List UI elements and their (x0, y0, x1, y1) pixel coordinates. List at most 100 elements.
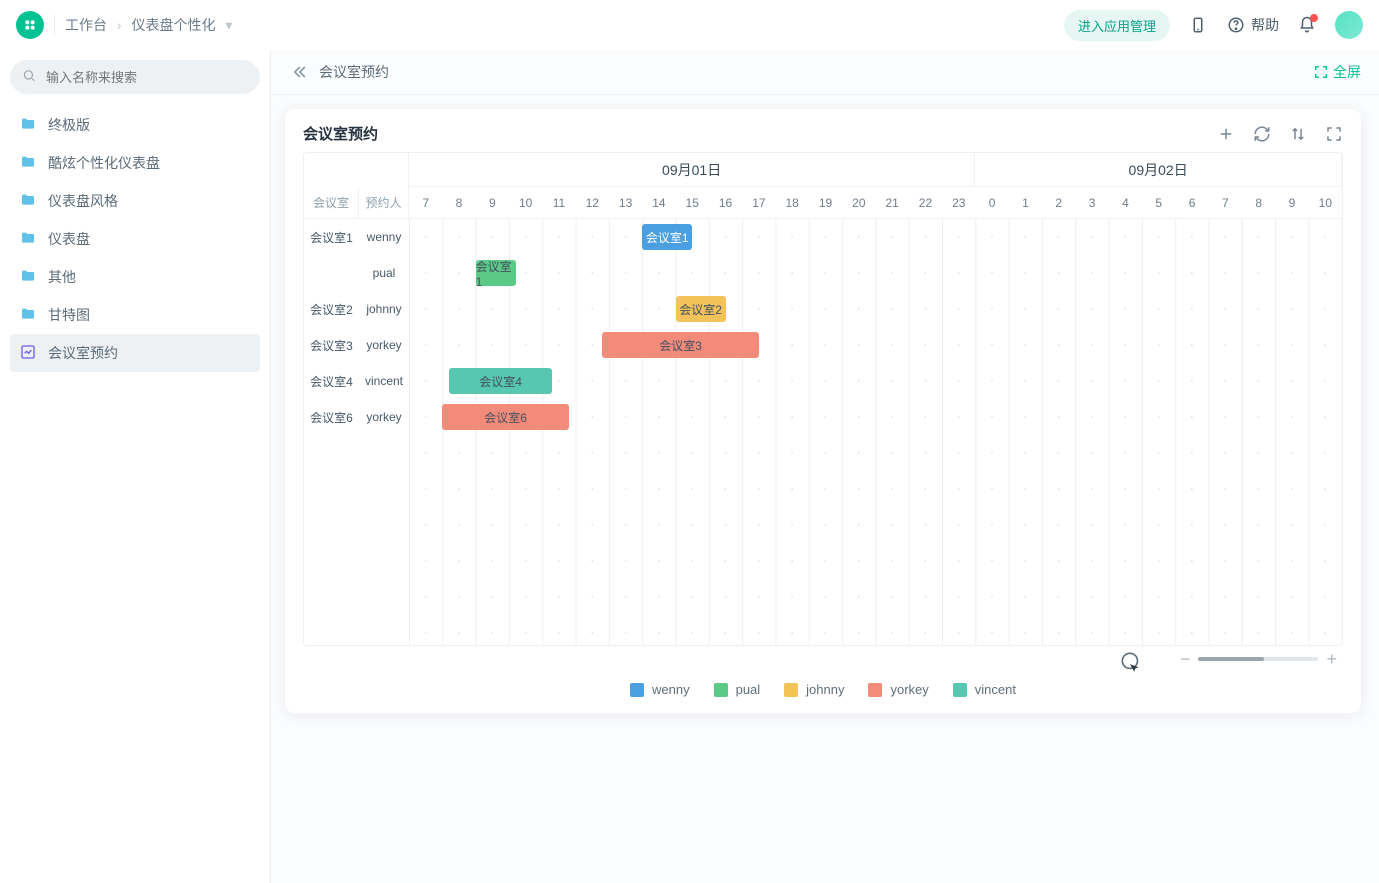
gantt-hour-label: 15 (676, 187, 709, 219)
help-icon (1226, 15, 1246, 35)
gantt-room-label: 会议室6 (304, 399, 359, 435)
gantt-hour-label: 17 (742, 187, 775, 219)
sidebar-item-label: 其他 (48, 267, 76, 287)
gantt-header-dates: 09月01日09月02日 (304, 153, 1342, 187)
legend-label: johnny (806, 682, 844, 697)
panel-header: 会议室预约 (303, 123, 1343, 144)
folder-icon (20, 306, 38, 324)
sidebar-item-6[interactable]: 会议室预约 (10, 334, 260, 372)
gantt-bar[interactable]: 会议室6 (442, 404, 569, 430)
sidebar-item-2[interactable]: 仪表盘风格 (10, 182, 260, 220)
gantt-track[interactable]: 会议室1 (409, 255, 1342, 291)
gantt-track[interactable]: 会议室6 (409, 399, 1342, 435)
sidebar-item-label: 仪表盘风格 (48, 191, 118, 211)
sidebar-item-5[interactable]: 甘特图 (10, 296, 260, 334)
gantt-person-label: johnny (359, 291, 409, 327)
gantt-hour-label: 0 (975, 187, 1008, 219)
zoom-in-icon[interactable]: + (1326, 649, 1337, 670)
gantt-hour-label: 21 (876, 187, 909, 219)
gantt-track[interactable]: 会议室3 (409, 327, 1342, 363)
gantt-hour-label: 18 (776, 187, 809, 219)
search-icon (22, 69, 36, 86)
topbar: 工作台 › 仪表盘个性化 ▾ 进入应用管理 帮助 (0, 0, 1379, 50)
gantt-hour-label: 23 (942, 187, 975, 219)
gantt-hour-label: 12 (576, 187, 609, 219)
legend-label: yorkey (890, 682, 928, 697)
gantt-hour-label: 11 (542, 187, 575, 219)
refresh-icon[interactable] (1253, 125, 1271, 143)
legend-item[interactable]: vincent (953, 682, 1016, 697)
app-logo[interactable] (16, 11, 44, 39)
help-button[interactable]: 帮助 (1226, 15, 1279, 35)
gantt-track[interactable]: 会议室1 (409, 219, 1342, 255)
breadcrumb-dropdown-icon[interactable]: ▾ (225, 17, 232, 33)
fullscreen-button[interactable]: 全屏 (1313, 62, 1361, 82)
gantt-bar[interactable]: 会议室1 (642, 224, 692, 250)
sidebar-item-label: 终极版 (48, 115, 90, 135)
gantt-hour-label: 7 (1209, 187, 1242, 219)
collapse-sidebar-icon[interactable] (289, 62, 309, 82)
gantt-bar[interactable]: 会议室1 (476, 260, 516, 286)
gantt-hour-label: 9 (476, 187, 509, 219)
gantt-person-label: pual (359, 255, 409, 291)
legend-item[interactable]: johnny (784, 682, 844, 697)
gantt-hour-label: 14 (642, 187, 675, 219)
breadcrumb[interactable]: 工作台 › 仪表盘个性化 ▾ (65, 15, 238, 35)
add-icon[interactable] (1217, 125, 1235, 143)
sort-icon[interactable] (1289, 125, 1307, 143)
gantt-date-header: 09月01日 (409, 153, 975, 187)
gantt-track[interactable]: 会议室4 (409, 363, 1342, 399)
gantt-room-label: 会议室4 (304, 363, 359, 399)
expand-icon[interactable] (1325, 125, 1343, 143)
gantt-hour-label: 10 (1309, 187, 1342, 219)
legend-item[interactable]: pual (714, 682, 761, 697)
legend-swatch (714, 683, 728, 697)
breadcrumb-current[interactable]: 仪表盘个性化 (131, 17, 215, 33)
gantt-hour-label: 9 (1275, 187, 1308, 219)
sidebar-item-1[interactable]: 酷炫个性化仪表盘 (10, 144, 260, 182)
folder-icon (20, 230, 38, 248)
breadcrumb-root[interactable]: 工作台 (65, 17, 107, 33)
gantt-col-room-header: 会议室 (304, 187, 359, 219)
gantt-hour-label: 7 (409, 187, 442, 219)
enter-app-manage-button[interactable]: 进入应用管理 (1064, 10, 1170, 41)
help-label: 帮助 (1251, 15, 1279, 35)
zoom-track[interactable] (1198, 657, 1318, 661)
gantt-person-label: yorkey (359, 327, 409, 363)
main-area: 会议室预约 全屏 会议室预约 09月 (270, 50, 1379, 883)
mobile-icon[interactable] (1188, 15, 1208, 35)
content-header: 会议室预约 全屏 (271, 50, 1379, 95)
gantt-person-label: yorkey (359, 399, 409, 435)
gantt-hour-label: 1 (1009, 187, 1042, 219)
legend-item[interactable]: wenny (630, 682, 690, 697)
sidebar-item-0[interactable]: 终极版 (10, 106, 260, 144)
zoom-slider[interactable]: − + (303, 646, 1343, 672)
legend-label: wenny (652, 682, 690, 697)
page-title: 会议室预约 (319, 62, 389, 82)
breadcrumb-separator: › (117, 17, 122, 33)
folder-icon (20, 192, 38, 210)
sidebar-item-4[interactable]: 其他 (10, 258, 260, 296)
gantt-row: 会议室1wenny会议室1 (304, 219, 1342, 255)
gantt-person-label: vincent (359, 363, 409, 399)
gantt-hour-label: 16 (709, 187, 742, 219)
legend-item[interactable]: yorkey (868, 682, 928, 697)
search-input[interactable] (10, 60, 260, 94)
sidebar-item-label: 酷炫个性化仪表盘 (48, 153, 160, 173)
user-avatar[interactable] (1335, 11, 1363, 39)
legend-label: vincent (975, 682, 1016, 697)
legend-swatch (784, 683, 798, 697)
sidebar-item-label: 仪表盘 (48, 229, 90, 249)
legend-swatch (868, 683, 882, 697)
divider (54, 15, 55, 35)
gantt-bar[interactable]: 会议室2 (676, 296, 726, 322)
gantt-bar[interactable]: 会议室4 (449, 368, 552, 394)
gantt-legend: wenny pual johnny yorkey vincent (303, 672, 1343, 703)
gantt-col-person-header: 预约人 (359, 187, 409, 219)
sidebar-item-3[interactable]: 仪表盘 (10, 220, 260, 258)
zoom-out-icon[interactable]: − (1180, 649, 1191, 670)
notification-bell-icon[interactable] (1297, 15, 1317, 35)
gantt-bar[interactable]: 会议室3 (602, 332, 759, 358)
gantt-track[interactable]: 会议室2 (409, 291, 1342, 327)
gantt-hour-label: 10 (509, 187, 542, 219)
